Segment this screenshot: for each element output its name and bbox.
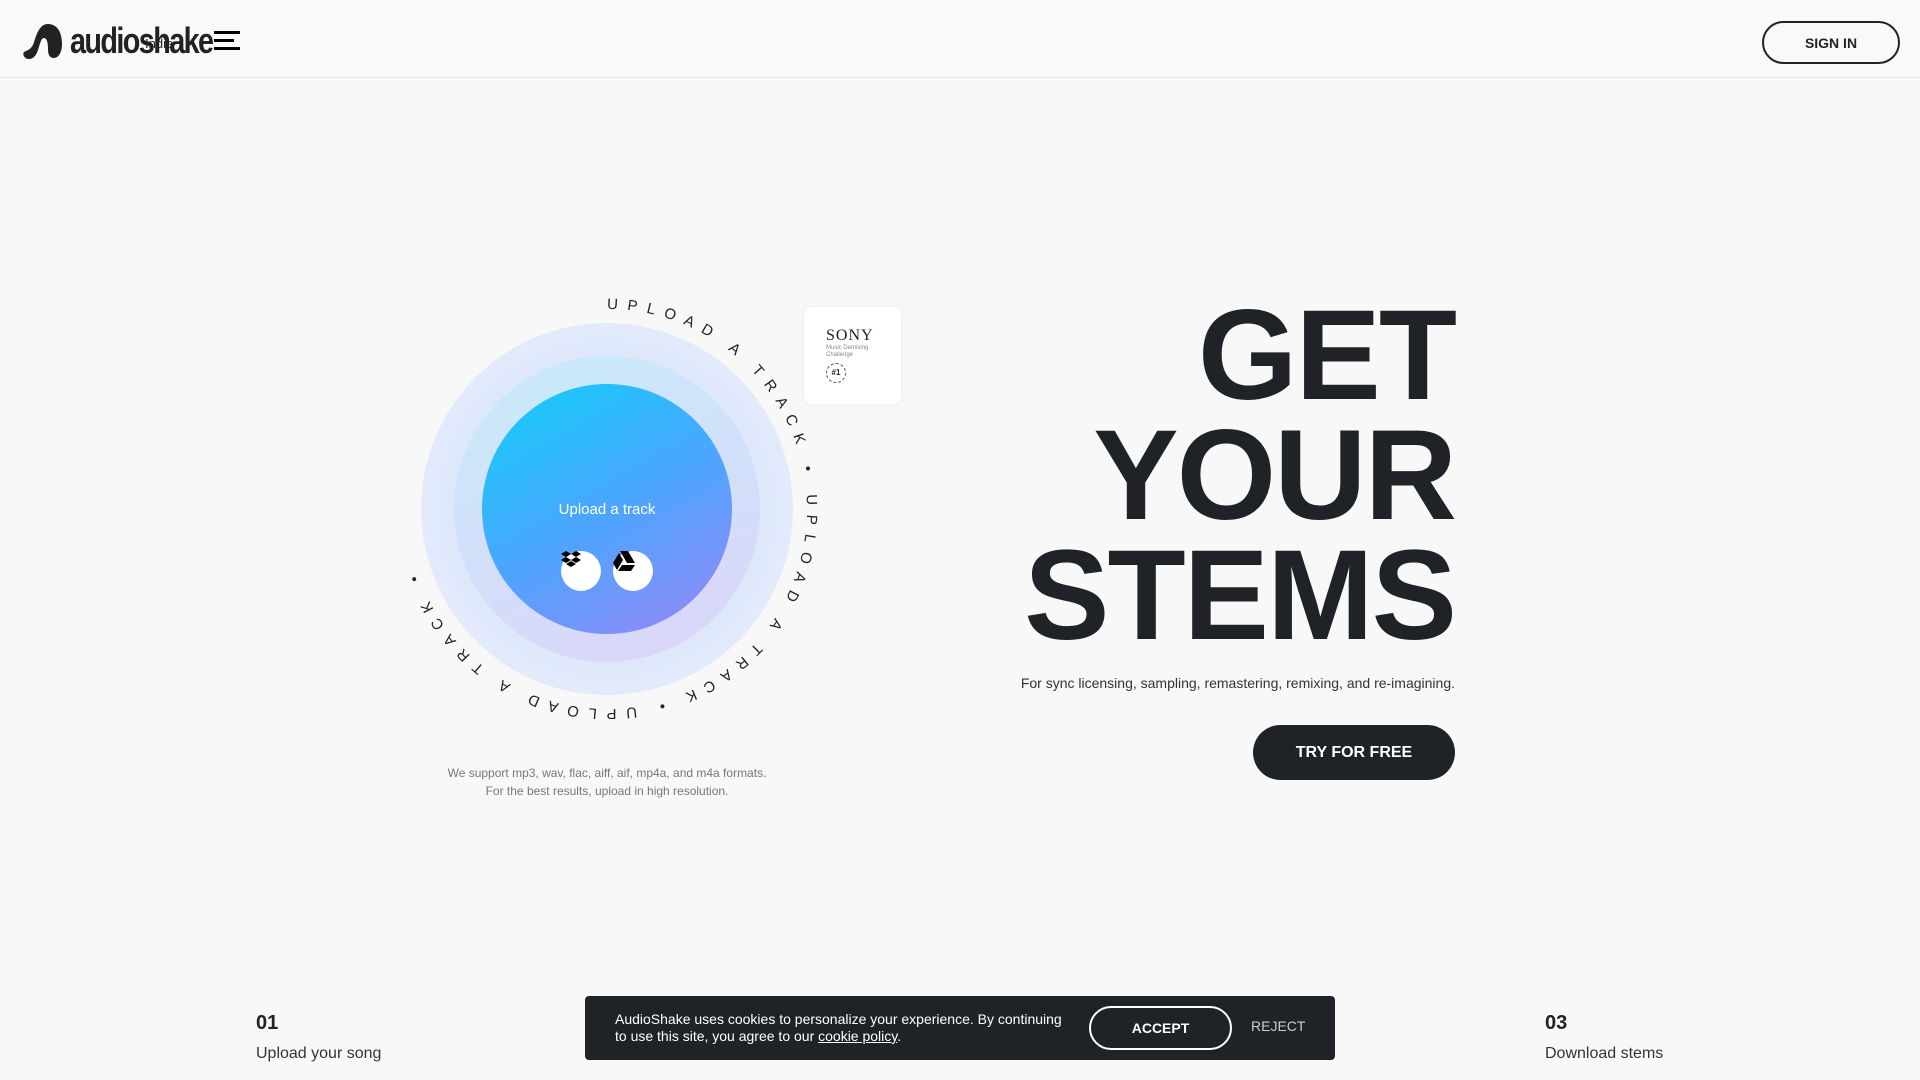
hamburger-icon[interactable]	[214, 31, 240, 51]
supported-formats: We support mp3, wav, flac, aiff, aif, mp…	[387, 764, 827, 800]
badge-rank: #1	[826, 363, 846, 383]
step-3: 03 Download stems	[1545, 1012, 1663, 1063]
logo-text: audioshake	[70, 20, 214, 61]
cookie-message: AudioShake uses cookies to personalize y…	[615, 1011, 1065, 1045]
hero-line3: STEMS	[1024, 524, 1457, 667]
badge-brand: SONY	[826, 327, 874, 344]
audioshake-logo-icon	[23, 24, 62, 59]
cookie-text-end: .	[897, 1028, 902, 1044]
step-1: 01 Upload your song	[256, 1012, 381, 1063]
step-label: Download stems	[1545, 1045, 1664, 1062]
ring-text: UPLOAD A TRACK • UPLOAD A TRACK • UPLOAD…	[403, 296, 811, 722]
step-label: Upload your song	[256, 1045, 382, 1062]
upload-widget[interactable]: Upload a track UPLOAD A TRACK • UPLOAD A…	[387, 289, 827, 729]
hero-subtitle: For sync licensing, sampling, remasterin…	[1020, 675, 1455, 691]
accept-cookies-button[interactable]: ACCEPT	[1089, 1006, 1232, 1050]
formats-line1: We support mp3, wav, flac, aiff, aif, mp…	[447, 766, 767, 780]
header: audioshake Indie SIGN IN	[0, 0, 1920, 78]
badge-line2: Challenge	[826, 352, 854, 358]
step-number: 01	[256, 1012, 279, 1034]
try-for-free-button[interactable]: TRY FOR FREE	[1253, 725, 1455, 780]
sign-in-button[interactable]: SIGN IN	[1762, 21, 1900, 64]
formats-line2: For the best results, upload in high res…	[485, 784, 729, 798]
svg-text:UPLOAD A TRACK • UPLOAD A TRAC: UPLOAD A TRACK • UPLOAD A TRACK • UPLOAD…	[403, 296, 820, 722]
hero-line2: YOUR	[1093, 404, 1457, 547]
upload-ring-text: UPLOAD A TRACK • UPLOAD A TRACK • UPLOAD…	[403, 296, 820, 722]
hero-line1: GET	[1197, 284, 1457, 427]
cookie-policy-link[interactable]: cookie policy	[818, 1028, 897, 1044]
step-number: 03	[1545, 1012, 1568, 1034]
sony-award-badge: SONY Music Demixing Challenge #1	[804, 307, 901, 404]
hero-title: GET YOUR STEMS	[1024, 284, 1457, 667]
reject-cookies-button[interactable]: REJECT	[1251, 1018, 1305, 1034]
badge-line1: Music Demixing	[826, 345, 869, 351]
cookie-banner: AudioShake uses cookies to personalize y…	[585, 996, 1335, 1060]
logo-subtitle: Indie	[145, 36, 174, 51]
